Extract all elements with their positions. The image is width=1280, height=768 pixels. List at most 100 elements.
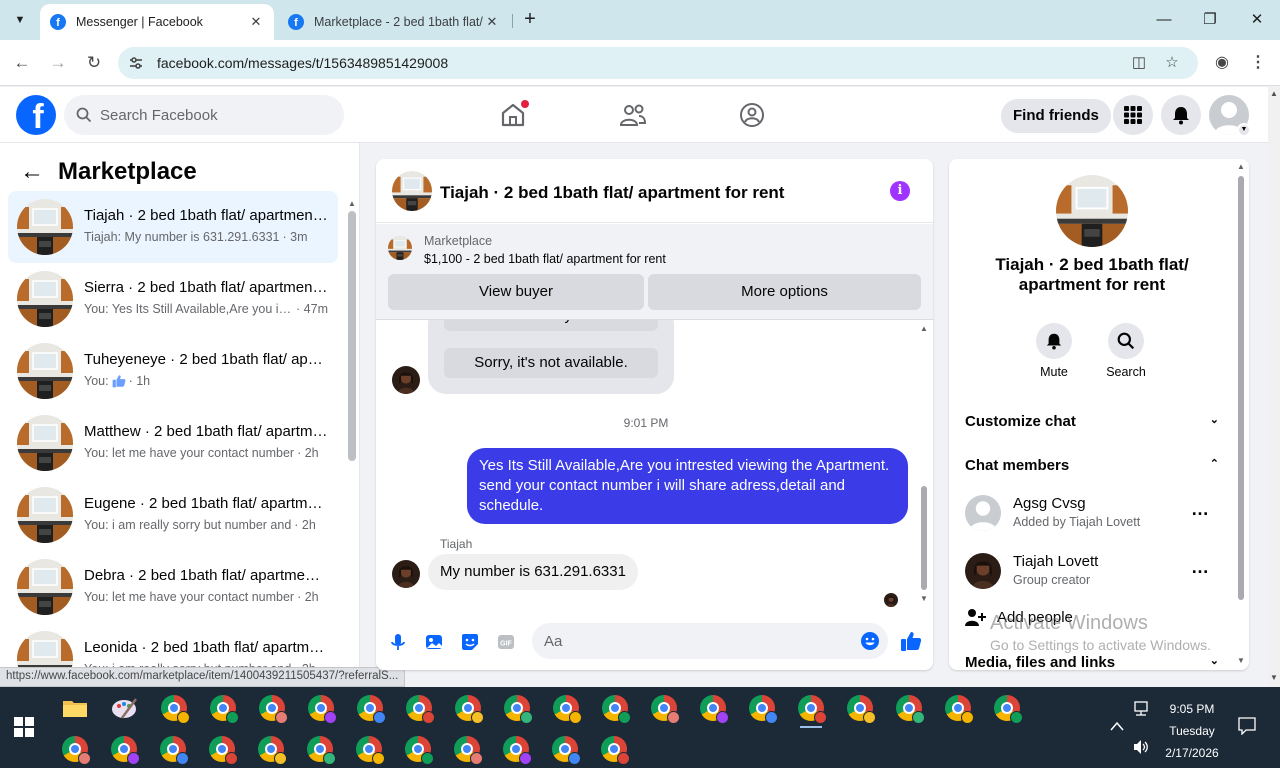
sent-message-bubble[interactable]: Yes Its Still Available,Are you intreste…	[467, 448, 908, 524]
quick-reply-option[interactable]: Sorry, it's not available.	[444, 348, 658, 378]
scroll-down-arrow[interactable]: ▼	[919, 594, 929, 603]
profile-icon[interactable]: ◉	[1210, 51, 1234, 75]
tab-messenger[interactable]: f Messenger | Facebook ✕	[40, 4, 274, 40]
member-row[interactable]: Tiajah Lovett Group creator …	[965, 549, 1219, 597]
chrome-profile-icon[interactable]	[992, 693, 1023, 724]
customize-chat-section[interactable]: Customize chat ⌄	[965, 413, 1219, 430]
minimize-button[interactable]: —	[1141, 6, 1187, 34]
contact-avatar[interactable]	[392, 366, 420, 394]
friends-icon[interactable]	[619, 101, 647, 129]
site-info-icon[interactable]	[128, 55, 144, 71]
chrome-profile-icon[interactable]	[207, 734, 238, 765]
member-row[interactable]: Agsg Cvsg Added by Tiajah Lovett …	[965, 491, 1219, 539]
sticker-icon[interactable]	[460, 632, 480, 652]
chrome-profile-icon[interactable]	[551, 693, 582, 724]
install-app-icon[interactable]: ◫	[1130, 54, 1148, 72]
scroll-thumb[interactable]	[348, 211, 356, 461]
scroll-thumb[interactable]	[1238, 176, 1244, 600]
chrome-profile-icon[interactable]	[354, 734, 385, 765]
account-chevron-icon[interactable]: ▼	[1237, 123, 1251, 137]
scroll-down-arrow[interactable]: ▼	[1236, 656, 1246, 665]
chrome-profile-icon[interactable]	[256, 734, 287, 765]
emoji-icon[interactable]	[860, 631, 880, 651]
scroll-thumb[interactable]	[921, 486, 927, 590]
sidebar-scrollbar[interactable]: ▲ ▼	[348, 199, 356, 679]
conversation-item[interactable]: Tiajah · 2 bed 1bath flat/ apartment for…	[8, 191, 338, 263]
info-panel-scrollbar[interactable]: ▲ ▼	[1236, 162, 1246, 668]
close-tab-icon[interactable]: ✕	[484, 14, 500, 30]
chrome-profile-icon[interactable]	[747, 693, 778, 724]
chat-header[interactable]: Tiajah · 2 bed 1bath flat/ apartment for…	[376, 159, 933, 223]
chat-scrollbar[interactable]: ▲ ▼	[919, 324, 929, 604]
contact-avatar[interactable]	[392, 560, 420, 588]
chrome-profile-icon[interactable]	[943, 693, 974, 724]
conversation-item[interactable]: Matthew · 2 bed 1bath flat/ apartment fo…	[8, 407, 338, 479]
microphone-icon[interactable]	[388, 632, 408, 652]
scroll-up-arrow[interactable]: ▲	[348, 199, 356, 208]
chrome-profile-icon[interactable]	[599, 734, 630, 765]
media-files-section[interactable]: Media, files and links ⌄	[965, 654, 1219, 670]
facebook-search[interactable]	[64, 95, 344, 135]
system-clock[interactable]: 9:05 PM Tuesday 2/17/2026	[1150, 698, 1234, 764]
new-tab-button[interactable]: +	[518, 8, 542, 32]
scroll-up-arrow[interactable]: ▲	[1236, 162, 1246, 171]
tab-marketplace[interactable]: f Marketplace - 2 bed 1bath flat/ ✕	[278, 4, 510, 40]
chrome-profile-icon[interactable]	[698, 693, 729, 724]
forward-button[interactable]: →	[46, 51, 70, 75]
notifications-button[interactable]	[1161, 95, 1201, 135]
chrome-profile-icon[interactable]	[257, 693, 288, 724]
chrome-profile-icon[interactable]	[305, 734, 336, 765]
chrome-profile-icon[interactable]	[453, 693, 484, 724]
received-message-bubble[interactable]: My number is 631.291.6331	[428, 554, 638, 590]
chrome-profile-icon[interactable]	[796, 693, 827, 728]
chat-members-section[interactable]: Chat members ⌃	[965, 457, 1219, 474]
compose-box[interactable]	[532, 623, 888, 659]
bookmark-star-icon[interactable]: ☆	[1163, 54, 1181, 72]
thumbs-up-icon[interactable]	[900, 630, 922, 652]
tray-chevron-up-icon[interactable]	[1110, 721, 1124, 731]
listing-price-title[interactable]: $1,100 - 2 bed 1bath flat/ apartment for…	[424, 252, 666, 266]
chrome-profile-icon[interactable]	[649, 693, 680, 724]
chrome-profile-icon[interactable]	[355, 693, 386, 724]
chrome-profile-icon[interactable]	[452, 734, 483, 765]
more-icon[interactable]: …	[1191, 557, 1210, 578]
gif-icon[interactable]: GIF	[496, 632, 516, 652]
chrome-profile-icon[interactable]	[550, 734, 581, 765]
search-in-chat-button[interactable]: Search	[1096, 323, 1156, 379]
back-button[interactable]: ←	[10, 51, 34, 75]
reload-button[interactable]: ↻	[82, 51, 106, 75]
chrome-profile-icon[interactable]	[109, 734, 140, 765]
conversation-item[interactable]: Tuheyeneye · 2 bed 1bath flat/ apartment…	[8, 335, 338, 407]
more-icon[interactable]: …	[1191, 499, 1210, 520]
conversation-item[interactable]: Sierra · 2 bed 1bath flat/ apartment for…	[8, 263, 338, 335]
chrome-profile-icon[interactable]	[158, 734, 189, 765]
notification-center-icon[interactable]	[1238, 717, 1256, 735]
chrome-profile-icon[interactable]	[159, 693, 190, 724]
chrome-profile-icon[interactable]	[502, 693, 533, 724]
scroll-up-arrow[interactable]: ▲	[1270, 89, 1278, 98]
photo-icon[interactable]	[424, 632, 444, 652]
back-arrow-icon[interactable]: ←	[20, 158, 44, 186]
view-buyer-button[interactable]: View buyer	[388, 274, 644, 310]
chrome-profile-icon[interactable]	[894, 693, 925, 724]
chrome-profile-icon[interactable]	[306, 693, 337, 724]
close-window-button[interactable]: ✕	[1234, 6, 1280, 34]
facebook-logo-icon[interactable]: f	[16, 95, 56, 135]
find-friends-button[interactable]: Find friends	[1001, 99, 1111, 133]
message-input[interactable]	[544, 623, 844, 659]
chrome-profile-icon[interactable]	[404, 693, 435, 724]
chrome-profile-icon[interactable]	[208, 693, 239, 724]
close-tab-icon[interactable]: ✕	[248, 14, 264, 30]
scroll-up-arrow[interactable]: ▲	[919, 324, 929, 333]
volume-icon[interactable]	[1132, 739, 1150, 755]
info-icon[interactable]: i	[890, 181, 910, 201]
groups-icon[interactable]	[738, 101, 766, 129]
tab-search-button[interactable]: ▼	[8, 8, 32, 32]
page-scrollbar[interactable]: ▲ ▼	[1268, 87, 1280, 687]
conversation-item[interactable]: Eugene · 2 bed 1bath flat/ apartment for…	[8, 479, 338, 551]
chrome-profile-icon[interactable]	[60, 734, 91, 765]
network-icon[interactable]	[1132, 701, 1150, 717]
chrome-menu-icon[interactable]: ⋮	[1246, 51, 1270, 75]
chrome-profile-icon[interactable]	[501, 734, 532, 765]
windows-start-icon[interactable]	[14, 717, 34, 737]
